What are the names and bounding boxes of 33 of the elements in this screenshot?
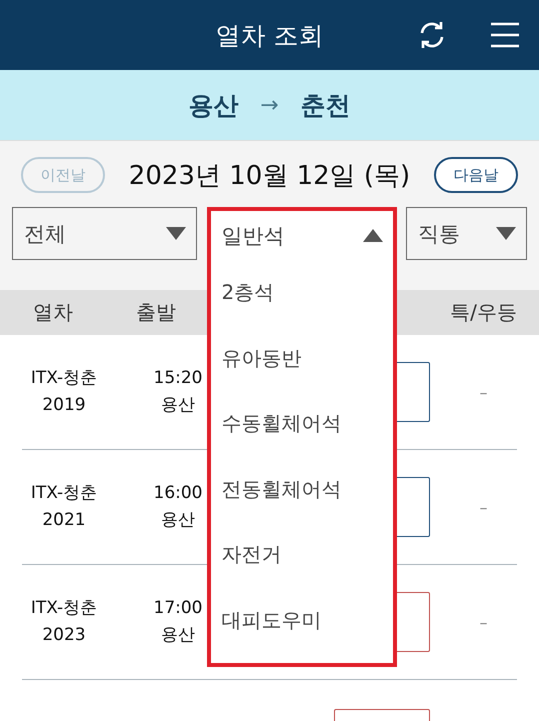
dropdown-option[interactable]: 전동휠체어석 — [210, 456, 392, 522]
next-day-button[interactable]: 다음날 — [434, 157, 518, 193]
dropdown-option[interactable]: 수동휠체어석 — [210, 391, 392, 456]
dropdown-option[interactable]: 2층석 — [210, 260, 392, 326]
train-cell-text: ITX-청춘 2019 — [30, 367, 98, 417]
caret-up-icon — [362, 229, 382, 242]
column-header: 열차 — [33, 300, 73, 324]
dropdown-option[interactable]: 유아동반 — [210, 326, 392, 391]
screen-title: 열차 조회 — [216, 20, 324, 52]
menu-icon[interactable] — [491, 22, 519, 48]
dropdown-option[interactable]: 자전거 — [210, 522, 392, 588]
train-cell-text: ITX-청춘 2021 — [30, 482, 98, 532]
filter-select[interactable]: 전체 — [12, 207, 197, 260]
arrival-station: 춘천 — [300, 90, 351, 122]
select-value: 전체 — [24, 220, 66, 248]
date-label: 2023년 10월 12일 (목) — [128, 160, 410, 192]
departure-cell-text: 15:20 용산 — [154, 367, 202, 417]
dropdown-option[interactable]: 대피도우미 — [210, 588, 392, 653]
train-cell-text: ITX-청춘 2023 — [30, 597, 98, 647]
select-value: 직통 — [418, 220, 460, 248]
departure-station: 용산 — [188, 90, 238, 122]
caret-down-icon — [166, 227, 186, 240]
filter-select[interactable]: 직통 — [406, 207, 527, 260]
column-header: 특/우등 — [450, 300, 517, 324]
column-header: 출발 — [136, 300, 176, 324]
departure-cell-text: 17:00 용산 — [154, 597, 202, 647]
premium-cell: – — [480, 382, 488, 402]
select-value: 일반석 — [222, 222, 284, 250]
departure-cell-text: 16:00 용산 — [154, 482, 202, 532]
premium-cell: – — [480, 612, 488, 632]
caret-down-icon — [496, 227, 516, 240]
premium-cell: – — [480, 498, 488, 516]
arrow-icon: → — [260, 92, 279, 118]
